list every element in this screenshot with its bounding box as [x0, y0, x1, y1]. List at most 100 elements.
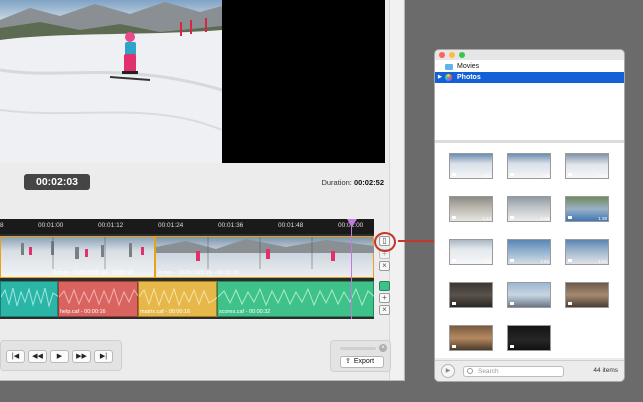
cancel-export-icon[interactable]: ×: [379, 344, 387, 352]
duration-label: Duration:: [321, 178, 352, 187]
preview-frame-image: [0, 0, 222, 163]
thumbnail-duration: 1:04: [598, 259, 607, 264]
video-camera-icon: [568, 259, 572, 262]
thumbnail-duration: 1:38: [598, 216, 607, 221]
thumbnail-duration: 0:14: [598, 173, 607, 178]
ruler-tick: 00:01:36: [218, 222, 244, 229]
video-track: 3.mov - 1920x1080 px - 00:00:20 4.mov - …: [0, 236, 374, 278]
audio-track: help.caf - 00:00:16 matrix.caf - 00:00:1…: [0, 281, 374, 317]
thumbnail[interactable]: [507, 282, 551, 308]
export-panel: × ⇪ Export: [330, 340, 391, 372]
browser-bottom-bar: ▶ Search 44 items: [435, 360, 624, 381]
video-camera-icon: [568, 216, 572, 219]
thumbnail-duration: 1:16: [540, 173, 549, 178]
audio-clip[interactable]: matrix.caf - 00:00:16: [138, 281, 218, 317]
skip-back-icon[interactable]: |◀: [6, 350, 25, 363]
video-camera-icon: [510, 259, 514, 262]
play-icon[interactable]: ▶: [50, 350, 69, 363]
thumbnail[interactable]: 0:32: [449, 239, 493, 265]
photos-icon: [445, 74, 452, 81]
source-list: Movies ▶ Photos: [435, 60, 624, 140]
ruler-tick: 00:01:12: [98, 222, 124, 229]
video-camera-icon: [510, 345, 514, 348]
export-progress: [340, 347, 376, 350]
video-camera-icon: [568, 302, 572, 305]
ruler-tick: 00:01:48: [278, 222, 304, 229]
thumbnail[interactable]: [565, 282, 609, 308]
video-preview: [0, 0, 385, 163]
duration-readout: Duration: 00:02:52: [321, 178, 384, 187]
callout-ring: [374, 232, 396, 252]
video-clip-label: 3.mov - 1920x1080 px - 00:00:20: [53, 270, 134, 276]
ruler-tick: 8: [0, 222, 4, 229]
thumbnail[interactable]: 1:14: [449, 196, 493, 222]
add-audio-icon[interactable]: +: [379, 293, 390, 303]
remove-audio-icon[interactable]: ×: [379, 305, 390, 315]
thumbnail[interactable]: [449, 282, 493, 308]
fast-forward-icon[interactable]: ▶▶: [72, 350, 91, 363]
thumbnail[interactable]: 1:16: [507, 153, 551, 179]
thumbnail[interactable]: 0:14: [565, 153, 609, 179]
thumbnail[interactable]: 1:26: [507, 196, 551, 222]
video-clip-label: 4.mov - 1920x1080 px - 00:01:28: [158, 270, 239, 276]
skip-forward-icon[interactable]: ▶|: [94, 350, 113, 363]
timeline[interactable]: 8 00:01:00 00:01:12 00:01:24 00:01:36 00…: [0, 219, 374, 319]
rewind-icon[interactable]: ◀◀: [28, 350, 47, 363]
close-window-icon[interactable]: [439, 52, 445, 58]
thumbnail[interactable]: 1:02: [507, 239, 551, 265]
video-camera-icon: [452, 302, 456, 305]
duration-value: 00:02:52: [353, 178, 384, 187]
media-browser-window: Movies ▶ Photos 1:21 1:16 0:14 1:14 1:26…: [434, 49, 625, 382]
transport-controls: |◀ ◀◀ ▶ ▶▶ ▶|: [0, 340, 122, 371]
video-camera-icon: [568, 173, 572, 176]
thumbnail[interactable]: 1:38: [565, 196, 609, 222]
video-camera-icon: [510, 302, 514, 305]
video-camera-icon: [510, 173, 514, 176]
remove-video-icon[interactable]: ×: [379, 261, 390, 271]
audio-clip[interactable]: [0, 281, 59, 317]
editor-scrollbar[interactable]: [389, 0, 403, 380]
video-camera-icon: [452, 173, 456, 176]
video-clip[interactable]: 3.mov - 1920x1080 px - 00:00:20: [0, 236, 155, 278]
folder-icon: [445, 64, 453, 70]
callout-line: [398, 240, 435, 242]
audio-color-icon[interactable]: [379, 281, 390, 291]
ruler-tick: 00:01:24: [158, 222, 184, 229]
thumbnail[interactable]: [507, 325, 551, 351]
source-item-photos[interactable]: ▶ Photos: [435, 72, 624, 83]
thumbnail-grid: 1:21 1:16 0:14 1:14 1:26 1:38 0:32 1:02 …: [435, 143, 624, 358]
zoom-window-icon[interactable]: [459, 52, 465, 58]
source-label: Movies: [457, 63, 480, 70]
browser-titlebar[interactable]: [435, 50, 624, 60]
current-timecode: 00:02:03: [24, 174, 90, 190]
export-label: Export: [353, 358, 375, 365]
thumbnail-duration: 1:14: [482, 216, 491, 221]
item-count: 44 items: [593, 367, 618, 374]
export-icon: ⇪: [345, 358, 351, 365]
thumbnail[interactable]: 1:04: [565, 239, 609, 265]
video-camera-icon: [510, 216, 514, 219]
playhead-line[interactable]: [351, 219, 352, 319]
minimize-window-icon[interactable]: [449, 52, 455, 58]
play-preview-icon[interactable]: ▶: [441, 364, 455, 378]
video-camera-icon: [452, 345, 456, 348]
timeline-ruler[interactable]: 8 00:01:00 00:01:12 00:01:24 00:01:36 00…: [0, 219, 374, 234]
thumbnail-duration: 0:32: [482, 259, 491, 264]
export-button[interactable]: ⇪ Export: [340, 356, 384, 368]
editor-window: 00:02:03 Duration: 00:02:52 8 00:01:00 0…: [0, 0, 405, 381]
thumbnail-duration: 1:21: [482, 173, 491, 178]
playhead-handle[interactable]: [347, 219, 357, 227]
disclosure-triangle-icon: ▶: [438, 74, 442, 80]
search-input[interactable]: Search: [463, 366, 564, 377]
audio-clip-label: matrix.caf - 00:00:16: [140, 309, 191, 315]
thumbnail-duration: 1:02: [540, 259, 549, 264]
video-clip[interactable]: 4.mov - 1920x1080 px - 00:01:28: [155, 236, 374, 278]
thumbnail-duration: 1:26: [540, 216, 549, 221]
thumbnail[interactable]: 1:21: [449, 153, 493, 179]
source-item-movies[interactable]: Movies: [435, 61, 624, 72]
video-camera-icon: [452, 259, 456, 262]
thumbnail[interactable]: [449, 325, 493, 351]
audio-clip[interactable]: help.caf - 00:00:16: [58, 281, 139, 317]
search-placeholder: Search: [478, 368, 499, 375]
audio-clip-label: help.caf - 00:00:16: [60, 309, 106, 315]
